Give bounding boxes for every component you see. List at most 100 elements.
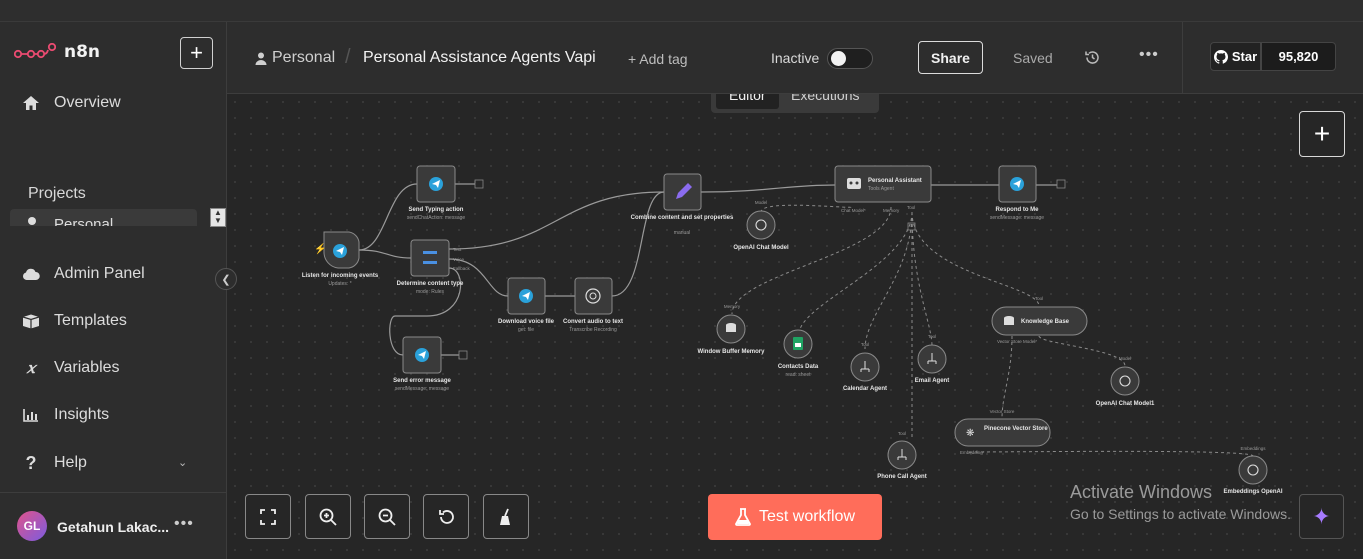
- activate-title: Activate Windows: [1070, 482, 1213, 502]
- node-label: Contacts Data: [778, 364, 819, 370]
- tab-editor[interactable]: Editor: [716, 94, 779, 109]
- scroll-stepper[interactable]: ▲ ▼: [210, 208, 226, 227]
- sidebar-item-label: Admin Panel: [54, 265, 145, 282]
- port-label: Model: [1119, 356, 1131, 361]
- sidebar-item-overview[interactable]: Overview: [22, 94, 121, 112]
- broom-icon: [500, 508, 510, 525]
- sidebar-item-help[interactable]: ? Help ⌄: [22, 453, 192, 473]
- node-subtitle: Transcribe Recording: [569, 327, 617, 333]
- window-top-strip: [0, 0, 1363, 22]
- port-label: Vector Store: [990, 409, 1015, 414]
- reset-zoom-button[interactable]: [423, 494, 469, 539]
- zoom-in-button[interactable]: [305, 494, 351, 539]
- add-connection-icon[interactable]: [458, 350, 468, 360]
- node-respond-to-me[interactable]: Respond to Me sendMessage: message: [990, 165, 1066, 221]
- port-label: Tool: [1035, 296, 1043, 301]
- plus-icon: +: [190, 40, 203, 65]
- node-label: Knowledge Base: [1021, 319, 1070, 325]
- breadcrumb-separator: /: [345, 46, 351, 68]
- add-node-button[interactable]: +: [1299, 111, 1345, 157]
- sidebar-item-templates[interactable]: Templates: [22, 312, 127, 330]
- node-subtitle: mode: Rules: [416, 289, 445, 295]
- node-window-buffer-memory[interactable]: Memory Window Buffer Memory: [698, 304, 766, 355]
- sidebar-item-variables[interactable]: 𝑥 Variables: [22, 359, 120, 377]
- zoom-to-fit-button[interactable]: [245, 494, 291, 539]
- node-combine-content[interactable]: Combine content and set properties manua…: [631, 173, 734, 236]
- node-label: Send Typing action: [409, 207, 464, 213]
- sidebar-item-insights[interactable]: Insights: [22, 406, 109, 424]
- github-star-button[interactable]: Star: [1210, 42, 1261, 71]
- node-personal-assistant[interactable]: Personal Assistant Tools Agent Chat Mode…: [834, 165, 932, 231]
- user-menu[interactable]: GL Getahun Lakac... •••: [0, 492, 227, 559]
- node-contacts-data[interactable]: Contacts Data read: sheet: [778, 329, 819, 378]
- port-label: Tool: [861, 342, 869, 347]
- collapse-sidebar-button[interactable]: ❮: [215, 268, 237, 290]
- tab-executions[interactable]: Executions: [778, 94, 872, 109]
- sidebar-item-label: Templates: [54, 312, 127, 329]
- more-icon[interactable]: •••: [174, 515, 194, 533]
- node-label: Personal Assistant: [868, 178, 922, 184]
- github-icon: [1213, 49, 1228, 64]
- node-download-voice[interactable]: Download voice file get: file: [498, 277, 555, 333]
- node-phone-call-agent[interactable]: Tool Phone Call Agent: [877, 431, 926, 480]
- flask-icon: [735, 508, 751, 526]
- pinecone-icon: ❋: [966, 428, 974, 439]
- activate-subtitle: Go to Settings to activate Windows.: [1070, 506, 1291, 522]
- port-label: Vector Store Model*: [997, 339, 1037, 344]
- edge-combine-assistant: [700, 184, 836, 193]
- node-label: Email Agent: [915, 378, 949, 384]
- history-icon[interactable]: [1084, 49, 1101, 66]
- port-label: Model: [755, 200, 767, 205]
- node-subtitle: Updates: *: [328, 281, 351, 287]
- create-button[interactable]: +: [180, 37, 213, 69]
- more-options-icon[interactable]: •••: [1139, 46, 1159, 64]
- node-trigger[interactable]: ⚡ Listen for incoming events Updates: *: [302, 231, 379, 287]
- zoom-out-button[interactable]: [364, 494, 410, 539]
- node-label: Determine content type: [397, 281, 464, 287]
- node-label: Listen for incoming events: [302, 273, 379, 279]
- n8n-logo[interactable]: n8n: [14, 42, 100, 62]
- node-label: Phone Call Agent: [877, 474, 926, 480]
- active-toggle[interactable]: [827, 48, 873, 69]
- saved-status: Saved: [1013, 50, 1053, 66]
- port-label: Text: [453, 247, 462, 252]
- tidy-up-button[interactable]: [483, 494, 529, 539]
- node-email-agent[interactable]: Tool Email Agent: [915, 334, 949, 384]
- plus-icon: +: [1313, 118, 1331, 149]
- undo-icon: [439, 509, 454, 524]
- node-send-typing[interactable]: Send Typing action sendChatAction: messa…: [407, 165, 484, 221]
- edge-chat-model: [760, 204, 852, 213]
- chart-icon: [22, 406, 40, 424]
- port-label: Memory: [883, 208, 900, 213]
- cloud-icon: [22, 265, 40, 283]
- chevron-left-icon: ❮: [221, 273, 231, 286]
- add-connection-icon[interactable]: [474, 179, 484, 189]
- test-workflow-button[interactable]: Test workflow: [708, 494, 882, 540]
- workflow-canvas[interactable]: Editor Executions ⚡ Listen for incoming …: [227, 94, 1363, 559]
- node-determine-content-type[interactable]: Text Voice Fallback Determine content ty…: [397, 239, 471, 295]
- ask-ai-button[interactable]: ✦: [1299, 494, 1344, 539]
- port-label: Chat Model*: [841, 208, 866, 213]
- breadcrumb[interactable]: Personal: [255, 49, 335, 67]
- n8n-logo-icon: [14, 43, 56, 59]
- sidebar-item-admin-panel[interactable]: Admin Panel: [22, 265, 145, 283]
- github-star-count[interactable]: 95,820: [1261, 42, 1336, 71]
- node-subtitle: read: sheet: [785, 372, 811, 378]
- edge-voice-download: [448, 258, 509, 297]
- github-widget: Star 95,820: [1182, 22, 1363, 94]
- node-label: OpenAI Chat Model: [733, 245, 789, 251]
- chevron-down-icon: ⌄: [178, 457, 188, 469]
- logo-text: n8n: [64, 42, 101, 62]
- node-convert-audio[interactable]: Convert audio to text Transcribe Recordi…: [563, 277, 623, 333]
- share-button[interactable]: Share: [918, 41, 983, 74]
- node-openai-chat-model1[interactable]: Model OpenAI Chat Model1: [1096, 356, 1155, 407]
- add-connection-icon[interactable]: [1056, 179, 1066, 189]
- port-label: Tool: [898, 431, 906, 436]
- sidebar-item-personal[interactable]: Personal: [10, 209, 197, 226]
- add-tag-link[interactable]: + Add tag: [628, 51, 688, 67]
- node-calendar-agent[interactable]: Tool Calendar Agent: [843, 342, 887, 392]
- node-openai-chat-model[interactable]: Model OpenAI Chat Model: [733, 200, 789, 251]
- node-send-error[interactable]: Send error message sendMessage: message: [393, 336, 468, 392]
- node-subtitle: sendMessage: message: [990, 215, 1044, 221]
- workflow-name[interactable]: Personal Assistance Agents Vapi: [363, 49, 596, 67]
